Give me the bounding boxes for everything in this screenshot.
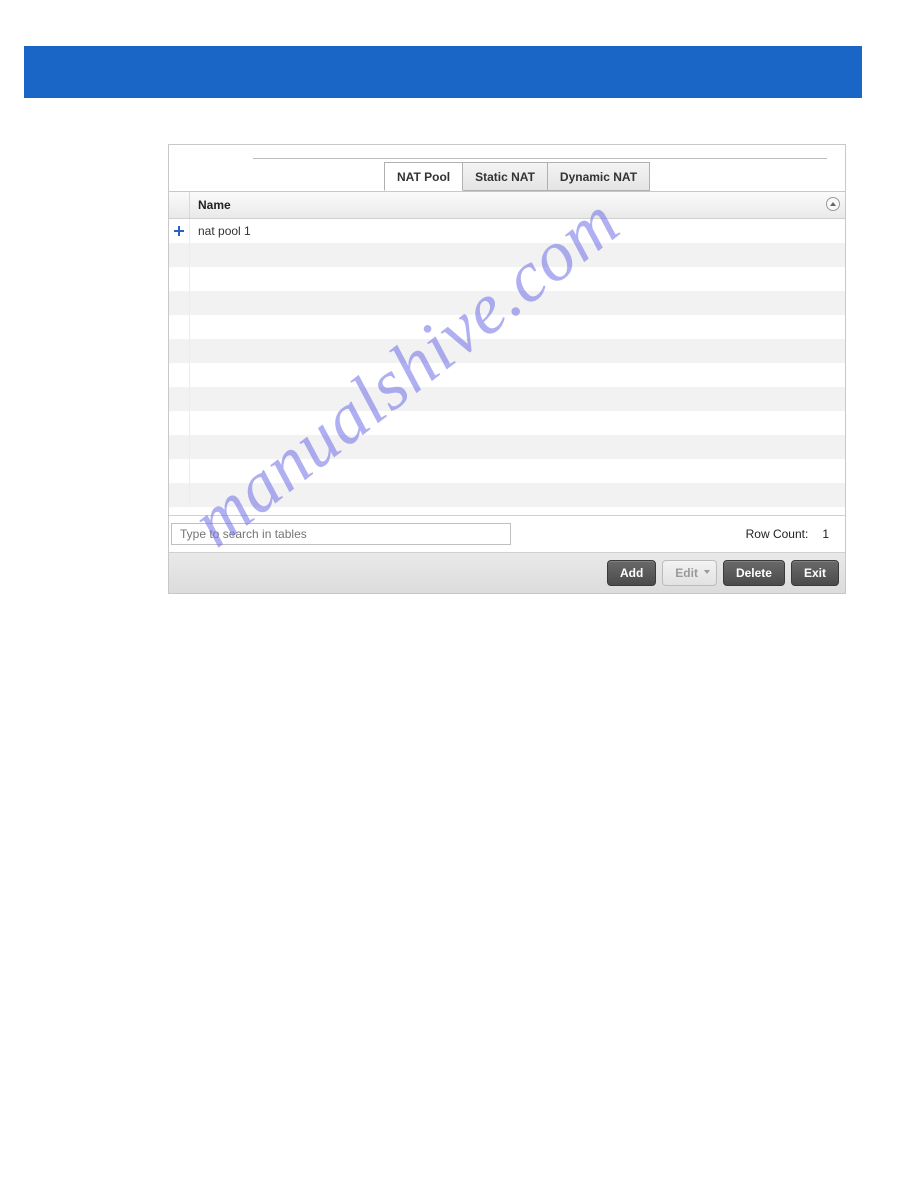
table-row: [169, 315, 845, 339]
tabs-container: NAT Pool Static NAT Dynamic NAT: [169, 145, 845, 191]
search-row: Row Count: 1: [169, 516, 845, 553]
table-row: [169, 339, 845, 363]
header-expand-col: [169, 192, 190, 218]
table-row: [169, 411, 845, 435]
page-header-bar: [24, 46, 862, 98]
table-row: [169, 459, 845, 483]
row-count-value: 1: [822, 527, 829, 541]
expand-cell[interactable]: [169, 219, 190, 243]
table-row: [169, 435, 845, 459]
row-count-label: Row Count:: [746, 527, 809, 541]
sort-icon-container[interactable]: [821, 197, 845, 214]
exit-button[interactable]: Exit: [791, 560, 839, 586]
table-row: [169, 363, 845, 387]
column-header-name[interactable]: Name: [190, 198, 821, 212]
tab-nat-pool[interactable]: NAT Pool: [384, 162, 463, 191]
edit-button: Edit: [662, 560, 717, 586]
table-row[interactable]: nat pool 1: [169, 219, 845, 243]
tab-dynamic-nat[interactable]: Dynamic NAT: [547, 162, 650, 191]
table-row: [169, 291, 845, 315]
table: Name nat pool 1: [169, 191, 845, 516]
search-input[interactable]: [171, 523, 511, 545]
add-button[interactable]: Add: [607, 560, 656, 586]
tabs: NAT Pool Static NAT Dynamic NAT: [384, 162, 649, 191]
cell-name: nat pool 1: [190, 224, 845, 238]
tab-static-nat[interactable]: Static NAT: [462, 162, 548, 191]
table-row: [169, 387, 845, 411]
nat-panel: NAT Pool Static NAT Dynamic NAT Name nat…: [168, 144, 846, 594]
table-body: nat pool 1: [169, 219, 845, 516]
table-row: [169, 243, 845, 267]
plus-icon: [174, 226, 184, 236]
sort-asc-icon: [826, 197, 840, 211]
button-bar: Add Edit Delete Exit: [169, 553, 845, 593]
delete-button[interactable]: Delete: [723, 560, 785, 586]
table-row: [169, 267, 845, 291]
tabs-divider: [253, 158, 827, 159]
table-row: [169, 483, 845, 507]
table-header: Name: [169, 192, 845, 219]
